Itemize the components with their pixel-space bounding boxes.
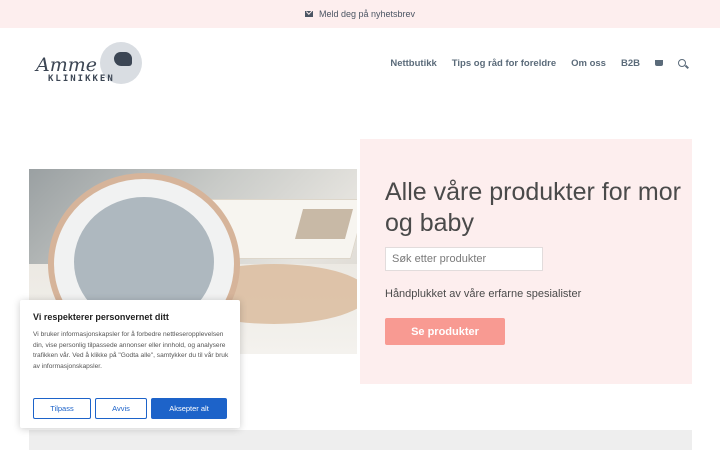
cookie-customize-button[interactable]: Tilpass [33, 398, 91, 419]
newsletter-bar[interactable]: Meld deg på nyhetsbrev [0, 0, 720, 28]
cookie-title: Vi respekterer personvernet ditt [33, 312, 169, 322]
cart-icon[interactable] [655, 60, 663, 66]
section-divider [29, 430, 692, 450]
hero-panel: Alle våre produkter for mor og baby Søk … [360, 139, 692, 384]
nav-item-tips[interactable]: Tips og råd for foreldre [452, 58, 556, 69]
logo-word-klinikken: KLINIKKEN [48, 74, 115, 84]
see-products-button[interactable]: Se produkter [385, 318, 505, 345]
nav-item-nettbutikk[interactable]: Nettbutikk [390, 58, 436, 69]
hero-tagline: Håndplukket av våre erfarne spesialister [385, 288, 582, 300]
logo[interactable]: Amme KLINIKKEN [36, 42, 146, 88]
hero-image-book-picture [294, 209, 354, 239]
nav-item-b2b[interactable]: B2B [621, 58, 640, 69]
cookie-reject-button[interactable]: Avvis [95, 398, 147, 419]
cookie-accept-button[interactable]: Aksepter alt [151, 398, 227, 419]
hero-heading: Alle våre produkter for mor og baby [385, 178, 681, 237]
bird-icon [114, 52, 132, 66]
search-icon[interactable] [678, 59, 686, 67]
main-nav: Nettbutikk Tips og råd for foreldre Om o… [390, 28, 686, 98]
logo-word-amme: Amme [36, 54, 97, 76]
site-header: Amme KLINIKKEN Nettbutikk Tips og råd fo… [0, 28, 720, 98]
nav-item-om-oss[interactable]: Om oss [571, 58, 606, 69]
cookie-body: Vi bruker informasjonskapsler for å forb… [33, 331, 229, 370]
newsletter-link[interactable]: Meld deg på nyhetsbrev [319, 9, 415, 19]
envelope-icon [304, 11, 313, 17]
cookie-banner: Vi respekterer personvernet ditt Vi bruk… [20, 300, 240, 428]
product-search-input[interactable]: Søk etter produkter [385, 247, 543, 271]
